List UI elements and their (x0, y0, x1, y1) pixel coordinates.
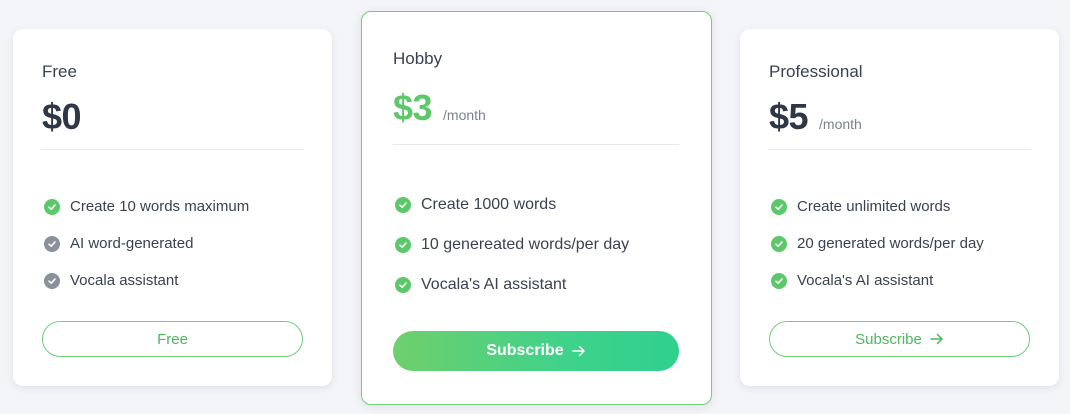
feature-text: Create 10 words maximum (70, 198, 250, 215)
feature-item: Create 1000 words (395, 185, 629, 225)
arrow-right-icon (571, 345, 586, 357)
button-label: Subscribe (855, 330, 922, 348)
plan-price: $5 (769, 96, 809, 137)
plan-name: Professional (769, 62, 863, 81)
feature-text: Vocala assistant (70, 272, 179, 289)
arrow-right-icon (930, 333, 944, 345)
check-circle-icon (395, 197, 411, 213)
check-circle-icon (395, 277, 411, 293)
plan-price: $0 (42, 96, 82, 137)
check-circle-icon (44, 198, 60, 215)
feature-item: Create unlimited words (771, 188, 984, 225)
feature-text: 20 generated words/per day (797, 235, 984, 252)
check-circle-icon (771, 198, 787, 215)
feature-text: Vocala's AI assistant (421, 276, 567, 293)
free-button[interactable]: Free (42, 321, 303, 357)
feature-item: Vocala assistant (44, 262, 249, 299)
plan-period: /month (819, 116, 862, 132)
divider (42, 149, 303, 150)
plan-name: Free (42, 62, 77, 81)
feature-item: AI word-generated (44, 225, 249, 262)
price-row: $3 /month (393, 87, 486, 129)
feature-item: 20 generated words/per day (771, 225, 984, 262)
price-row: $5 /month (769, 96, 862, 138)
plan-card-free: Free $0 Create 10 words maximum AI word-… (13, 29, 332, 386)
button-label: Free (157, 330, 188, 348)
plan-card-hobby: Hobby $3 /month Create 1000 words 10 gen… (361, 11, 712, 405)
feature-list: Create 10 words maximum AI word-generate… (44, 188, 249, 299)
feature-item: 10 genereated words/per day (395, 225, 629, 265)
price-row: $0 (42, 96, 82, 138)
feature-list: Create 1000 words 10 genereated words/pe… (395, 185, 629, 305)
feature-item: Vocala's AI assistant (771, 262, 984, 299)
divider (769, 149, 1030, 150)
divider (393, 144, 679, 145)
feature-text: Create 1000 words (421, 196, 557, 213)
subscribe-button-professional[interactable]: Subscribe (769, 321, 1030, 357)
plan-price: $3 (393, 87, 433, 128)
check-circle-icon (771, 272, 787, 289)
feature-list: Create unlimited words 20 generated word… (771, 188, 984, 299)
feature-item: Create 10 words maximum (44, 188, 249, 225)
check-circle-icon (771, 235, 787, 252)
subscribe-button-hobby[interactable]: Subscribe (393, 331, 679, 371)
check-circle-icon (395, 237, 411, 253)
button-label: Subscribe (486, 342, 564, 359)
plan-name: Hobby (393, 49, 443, 68)
check-circle-gray-icon (44, 235, 60, 252)
feature-text: Create unlimited words (797, 198, 951, 215)
feature-text: AI word-generated (70, 235, 194, 252)
plan-card-professional: Professional $5 /month Create unlimited … (740, 29, 1059, 386)
feature-text: Vocala's AI assistant (797, 272, 934, 289)
feature-text: 10 genereated words/per day (421, 236, 630, 253)
plan-period: /month (443, 107, 486, 123)
check-circle-gray-icon (44, 272, 60, 289)
feature-item: Vocala's AI assistant (395, 265, 629, 305)
